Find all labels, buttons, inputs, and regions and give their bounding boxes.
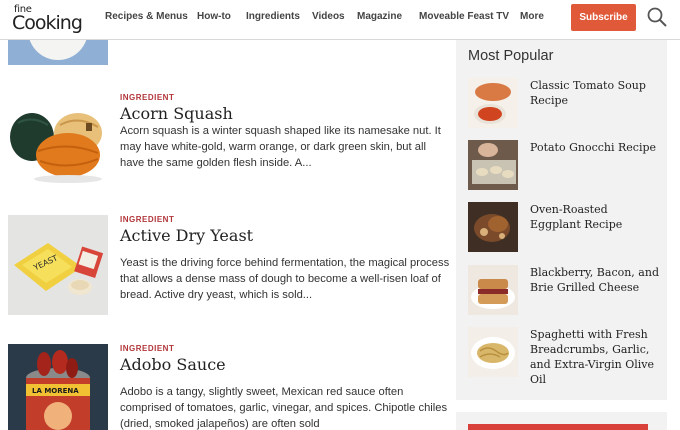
ad-banner[interactable] xyxy=(468,424,648,430)
popular-item-title[interactable]: Spaghetti with Fresh Breadcrumbs, Garlic… xyxy=(530,327,660,387)
potato-gnocchi-thumbnail[interactable] xyxy=(468,140,518,190)
nav-how-to[interactable]: How-to xyxy=(197,11,231,22)
article-description: Adobo is a tangy, slightly sweet, Mexica… xyxy=(120,386,448,430)
search-icon[interactable] xyxy=(646,6,668,28)
logo[interactable]: fine Cooking xyxy=(12,4,84,36)
tomato-soup-thumbnail[interactable] xyxy=(468,78,518,128)
ad-container xyxy=(456,412,667,430)
nav-magazine[interactable]: Magazine xyxy=(357,11,402,22)
article-description: Acorn squash is a winter squash shaped l… xyxy=(120,125,441,169)
nav-ingredients[interactable]: Ingredients xyxy=(246,11,300,22)
eggplant-thumbnail[interactable] xyxy=(468,202,518,252)
popular-item-title[interactable]: Blackberry, Bacon, and Brie Grilled Chee… xyxy=(530,265,660,295)
grilled-cheese-thumbnail[interactable] xyxy=(468,265,518,315)
most-popular-sidebar: Most Popular Classic Tomato Soup Recipe … xyxy=(456,40,667,400)
subscribe-button[interactable]: Subscribe xyxy=(571,4,636,31)
previous-article-thumbnail[interactable] xyxy=(8,40,108,65)
adobo-sauce-image[interactable]: LA MORENA xyxy=(8,344,108,430)
nav-videos[interactable]: Videos xyxy=(312,11,345,22)
article-title[interactable]: Adobo Sauce xyxy=(120,355,226,374)
site-header: fine Cooking Recipes & Menus How-to Ingr… xyxy=(0,0,680,40)
article-kicker: INGREDIENT xyxy=(120,93,175,102)
sidebar-title: Most Popular xyxy=(468,48,554,64)
popular-item-title[interactable]: Oven-Roasted Eggplant Recipe xyxy=(530,202,660,232)
svg-text:LA MORENA: LA MORENA xyxy=(32,387,79,395)
acorn-squash-image[interactable] xyxy=(8,93,108,193)
article-kicker: INGREDIENT xyxy=(120,344,175,353)
spaghetti-thumbnail[interactable] xyxy=(468,327,518,377)
popular-item-title[interactable]: Classic Tomato Soup Recipe xyxy=(530,78,660,108)
logo-big-text: Cooking xyxy=(12,12,83,34)
active-dry-yeast-image[interactable]: YEAST xyxy=(8,215,108,315)
article-kicker: INGREDIENT xyxy=(120,215,175,224)
popular-item-title[interactable]: Potato Gnocchi Recipe xyxy=(530,140,660,155)
article-title[interactable]: Active Dry Yeast xyxy=(120,226,253,245)
nav-moveable-feast-tv[interactable]: Moveable Feast TV xyxy=(419,11,509,22)
article-title[interactable]: Acorn Squash xyxy=(120,104,233,123)
article-description: Yeast is the driving force behind fermen… xyxy=(120,257,450,301)
nav-recipes-menus[interactable]: Recipes & Menus xyxy=(105,11,188,22)
nav-more[interactable]: More xyxy=(520,11,544,22)
